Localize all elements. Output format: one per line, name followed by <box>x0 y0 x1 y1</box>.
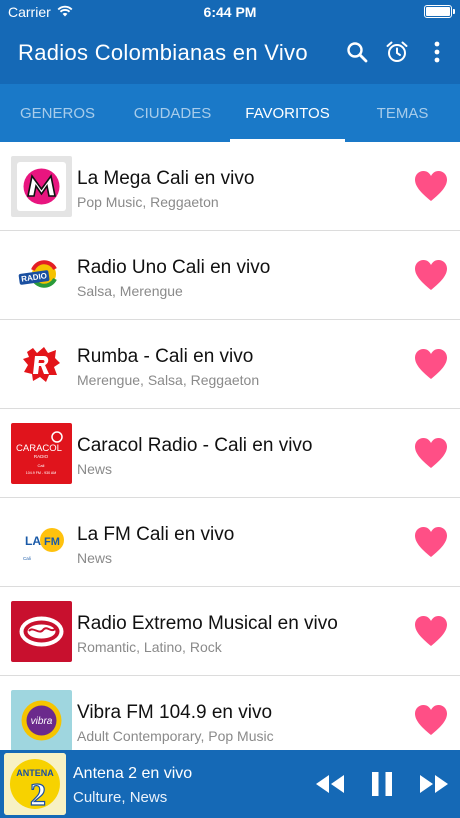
fast-forward-icon[interactable] <box>418 768 450 800</box>
search-icon[interactable] <box>344 38 370 66</box>
la-fm-logo: LA FM Cali <box>11 512 72 573</box>
tab-ciudades[interactable]: CIUDADES <box>115 84 230 142</box>
list-item[interactable]: RADIO Radio Uno Cali en vivo Salsa, Mere… <box>0 231 460 320</box>
app-title: Radios Colombianas en Vivo <box>18 40 308 65</box>
svg-text:104.9 FM - 930 AM: 104.9 FM - 930 AM <box>26 471 57 475</box>
station-genres: Adult Contemporary, Pop Music <box>77 728 274 744</box>
tab-temas[interactable]: TEMAS <box>345 84 460 142</box>
favorite-heart-icon[interactable] <box>414 259 448 291</box>
station-name: Radio Uno Cali en vivo <box>77 257 271 278</box>
now-playing-name: Antena 2 en vivo <box>73 765 193 782</box>
radio-extremo-logo <box>11 601 72 662</box>
svg-text:CARACOL: CARACOL <box>16 443 62 454</box>
station-name: La FM Cali en vivo <box>77 524 235 545</box>
caracol-radio-logo: CARACOL RADIO Cali 104.9 FM - 930 AM <box>11 423 72 484</box>
radio-uno-logo: RADIO <box>11 245 72 306</box>
list-item[interactable]: CARACOL RADIO Cali 104.9 FM - 930 AM Car… <box>0 409 460 498</box>
rewind-icon[interactable] <box>314 768 346 800</box>
playback-controls <box>314 768 450 800</box>
list-item[interactable]: La Mega Cali en vivo Pop Music, Reggaeto… <box>0 142 460 231</box>
favorite-heart-icon[interactable] <box>414 615 448 647</box>
tab-bar: GENEROS CIUDADES FAVORITOS TEMAS <box>0 84 460 142</box>
station-genres: Salsa, Merengue <box>77 283 183 299</box>
now-playing-bar[interactable]: ANTENA 2 Antena 2 en vivo Culture, News <box>0 750 460 818</box>
svg-text:LA: LA <box>25 534 41 548</box>
now-playing-genres: Culture, News <box>73 789 168 806</box>
more-vertical-icon[interactable] <box>424 38 450 66</box>
pause-icon[interactable] <box>366 768 398 800</box>
svg-text:2: 2 <box>30 776 46 812</box>
station-genres: News <box>77 550 113 566</box>
favorite-heart-icon[interactable] <box>414 437 448 469</box>
station-name: Caracol Radio - Cali en vivo <box>77 435 313 456</box>
vibra-fm-logo: vibra <box>11 690 72 750</box>
station-genres: Pop Music, Reggaeton <box>77 194 219 210</box>
tab-generos[interactable]: GENEROS <box>0 84 115 142</box>
status-bar: Carrier 6:44 PM <box>0 0 460 24</box>
favorite-heart-icon[interactable] <box>414 170 448 202</box>
antena-2-logo: ANTENA 2 <box>4 753 66 815</box>
favorites-list[interactable]: La Mega Cali en vivo Pop Music, Reggaeto… <box>0 142 460 750</box>
svg-text:vibra: vibra <box>31 716 53 727</box>
station-name: Radio Extremo Musical en vivo <box>77 613 338 634</box>
app-bar: Radios Colombianas en Vivo <box>0 24 460 84</box>
favorite-heart-icon[interactable] <box>414 348 448 380</box>
station-genres: Merengue, Salsa, Reggaeton <box>77 372 260 388</box>
alarm-clock-icon[interactable] <box>384 38 410 66</box>
rumba-logo <box>11 334 72 395</box>
list-item[interactable]: Rumba - Cali en vivo Merengue, Salsa, Re… <box>0 320 460 409</box>
favorite-heart-icon[interactable] <box>414 526 448 558</box>
la-mega-logo <box>11 156 72 217</box>
tab-favoritos[interactable]: FAVORITOS <box>230 84 345 142</box>
station-genres: News <box>77 461 113 477</box>
station-name: La Mega Cali en vivo <box>77 168 255 189</box>
svg-text:FM: FM <box>44 536 60 548</box>
svg-text:Cali: Cali <box>38 463 45 468</box>
app-bar-actions <box>344 38 450 66</box>
list-item[interactable]: LA FM Cali La FM Cali en vivo News <box>0 498 460 587</box>
station-name: Vibra FM 104.9 en vivo <box>77 702 273 723</box>
station-genres: Romantic, Latino, Rock <box>77 639 222 655</box>
station-name: Rumba - Cali en vivo <box>77 346 254 367</box>
battery-icon <box>424 5 455 18</box>
list-item[interactable]: vibra Vibra FM 104.9 en vivo Adult Conte… <box>0 676 460 750</box>
svg-text:RADIO: RADIO <box>34 454 49 459</box>
favorite-heart-icon[interactable] <box>414 704 448 736</box>
list-item[interactable]: Radio Extremo Musical en vivo Romantic, … <box>0 587 460 676</box>
svg-text:Cali: Cali <box>23 556 31 561</box>
status-time: 6:44 PM <box>203 4 257 20</box>
